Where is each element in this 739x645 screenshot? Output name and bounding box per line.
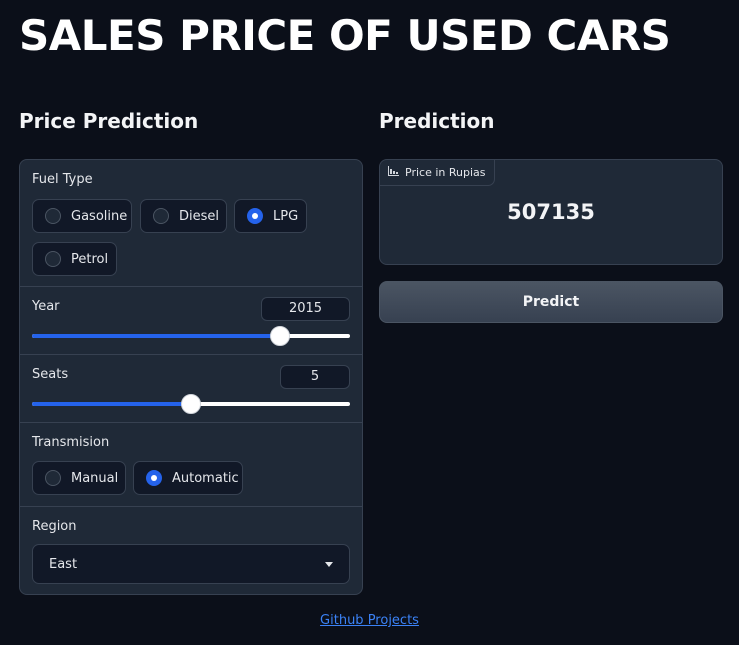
bar-chart-icon (388, 166, 399, 179)
page-title: SALES PRICE OF USED CARS (19, 11, 671, 60)
year-input[interactable]: 2015 (261, 297, 350, 321)
transmission-option-label: Manual (71, 470, 119, 486)
transmission-option-automatic[interactable]: Automatic (133, 461, 243, 495)
transmission-label: Transmision (32, 435, 110, 450)
year-slider[interactable] (32, 326, 350, 346)
transmission-section: Transmision Manual Automatic (20, 423, 362, 507)
seats-slider-fill (32, 402, 191, 406)
year-slider-thumb[interactable] (270, 326, 291, 346)
fuel-option-label: LPG (273, 208, 299, 224)
github-projects-link[interactable]: Github Projects (0, 613, 739, 628)
fuel-type-label: Fuel Type (32, 172, 93, 187)
chevron-down-icon (325, 561, 333, 567)
seats-label: Seats (32, 367, 69, 382)
year-slider-fill (32, 334, 281, 338)
transmission-option-label: Automatic (172, 470, 239, 486)
year-section: Year 2015 (20, 287, 362, 355)
fuel-option-lpg[interactable]: LPG (234, 199, 307, 233)
predicted-price-value: 507135 (507, 200, 595, 224)
radio-selected-icon (146, 470, 162, 486)
region-dropdown[interactable]: East (32, 544, 350, 584)
fuel-option-diesel[interactable]: Diesel (140, 199, 227, 233)
region-selected-value: East (49, 556, 78, 572)
radio-icon (45, 470, 61, 486)
predict-button[interactable]: Predict (379, 281, 723, 323)
radio-icon (45, 251, 61, 267)
fuel-option-petrol[interactable]: Petrol (32, 242, 117, 276)
seats-input[interactable]: 5 (280, 365, 350, 389)
transmission-option-manual[interactable]: Manual (32, 461, 126, 495)
radio-icon (45, 208, 61, 224)
fuel-option-label: Gasoline (71, 208, 128, 224)
fuel-type-section: Fuel Type Gasoline Diesel LPG Petrol (20, 160, 362, 287)
seats-slider[interactable] (32, 394, 350, 414)
fuel-option-gasoline[interactable]: Gasoline (32, 199, 132, 233)
seats-slider-thumb[interactable] (181, 394, 201, 414)
inputs-panel: Fuel Type Gasoline Diesel LPG Petrol Yea… (19, 159, 363, 595)
year-label: Year (32, 299, 60, 314)
radio-selected-icon (247, 208, 263, 224)
output-label-text: Price in Rupias (405, 166, 486, 179)
region-section: Region East (20, 507, 362, 594)
prediction-output-panel: Price in Rupias 507135 (379, 159, 723, 265)
inputs-title: Price Prediction (19, 109, 199, 133)
prediction-title: Prediction (379, 109, 495, 133)
fuel-option-label: Petrol (71, 251, 109, 267)
fuel-option-label: Diesel (179, 208, 220, 224)
radio-icon (153, 208, 169, 224)
region-label: Region (32, 519, 77, 534)
seats-section: Seats 5 (20, 355, 362, 423)
output-label-tag: Price in Rupias (380, 160, 495, 186)
